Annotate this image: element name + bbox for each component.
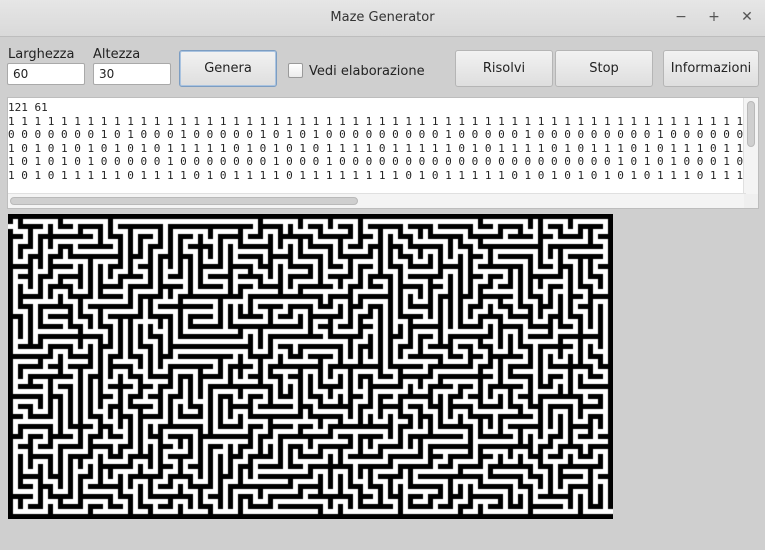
solve-button[interactable]: Risolvi [455, 50, 553, 87]
output-line: 1 0 1 0 1 1 1 1 1 0 1 1 1 1 0 1 0 1 1 1 … [8, 168, 759, 182]
window-title: Maze Generator [330, 10, 435, 25]
output-line: 1 1 1 1 1 1 1 1 1 1 1 1 1 1 1 1 1 1 1 1 … [8, 114, 759, 128]
stop-button[interactable]: Stop [555, 50, 653, 87]
horizontal-scrollbar[interactable] [8, 193, 746, 208]
minimize-icon[interactable]: − [672, 8, 690, 26]
close-icon[interactable]: ✕ [738, 8, 756, 26]
generate-button[interactable]: Genera [179, 50, 277, 87]
width-label: Larghezza [8, 47, 75, 62]
output-line: 1 0 1 0 1 0 1 0 0 0 0 0 1 0 0 0 0 0 0 0 … [8, 155, 759, 169]
output-textarea[interactable]: 121 61 1 1 1 1 1 1 1 1 1 1 1 1 1 1 1 1 1… [7, 97, 759, 209]
horizontal-scroll-thumb[interactable] [10, 197, 358, 205]
width-input[interactable] [7, 63, 85, 85]
maximize-icon[interactable]: + [705, 8, 723, 26]
maze-canvas [8, 214, 613, 519]
height-label: Altezza [93, 47, 141, 62]
scroll-corner [744, 194, 758, 208]
show-processing-label[interactable]: Vedi elaborazione [309, 64, 425, 79]
vertical-scroll-thumb[interactable] [747, 101, 755, 147]
height-input[interactable] [93, 63, 171, 85]
output-line: 1 0 1 0 1 0 1 0 1 0 1 0 1 1 1 1 1 0 1 0 … [8, 141, 759, 155]
output-line: 121 61 [8, 101, 48, 114]
vertical-scrollbar[interactable] [743, 98, 758, 194]
info-button[interactable]: Informazioni [663, 50, 759, 87]
output-line: 0 0 0 0 0 0 0 1 0 1 0 0 0 1 0 0 0 0 0 1 … [8, 128, 759, 142]
show-processing-checkbox[interactable] [288, 63, 303, 78]
output-text: 121 61 1 1 1 1 1 1 1 1 1 1 1 1 1 1 1 1 1… [8, 98, 759, 183]
title-bar: Maze Generator − + ✕ [0, 0, 765, 37]
